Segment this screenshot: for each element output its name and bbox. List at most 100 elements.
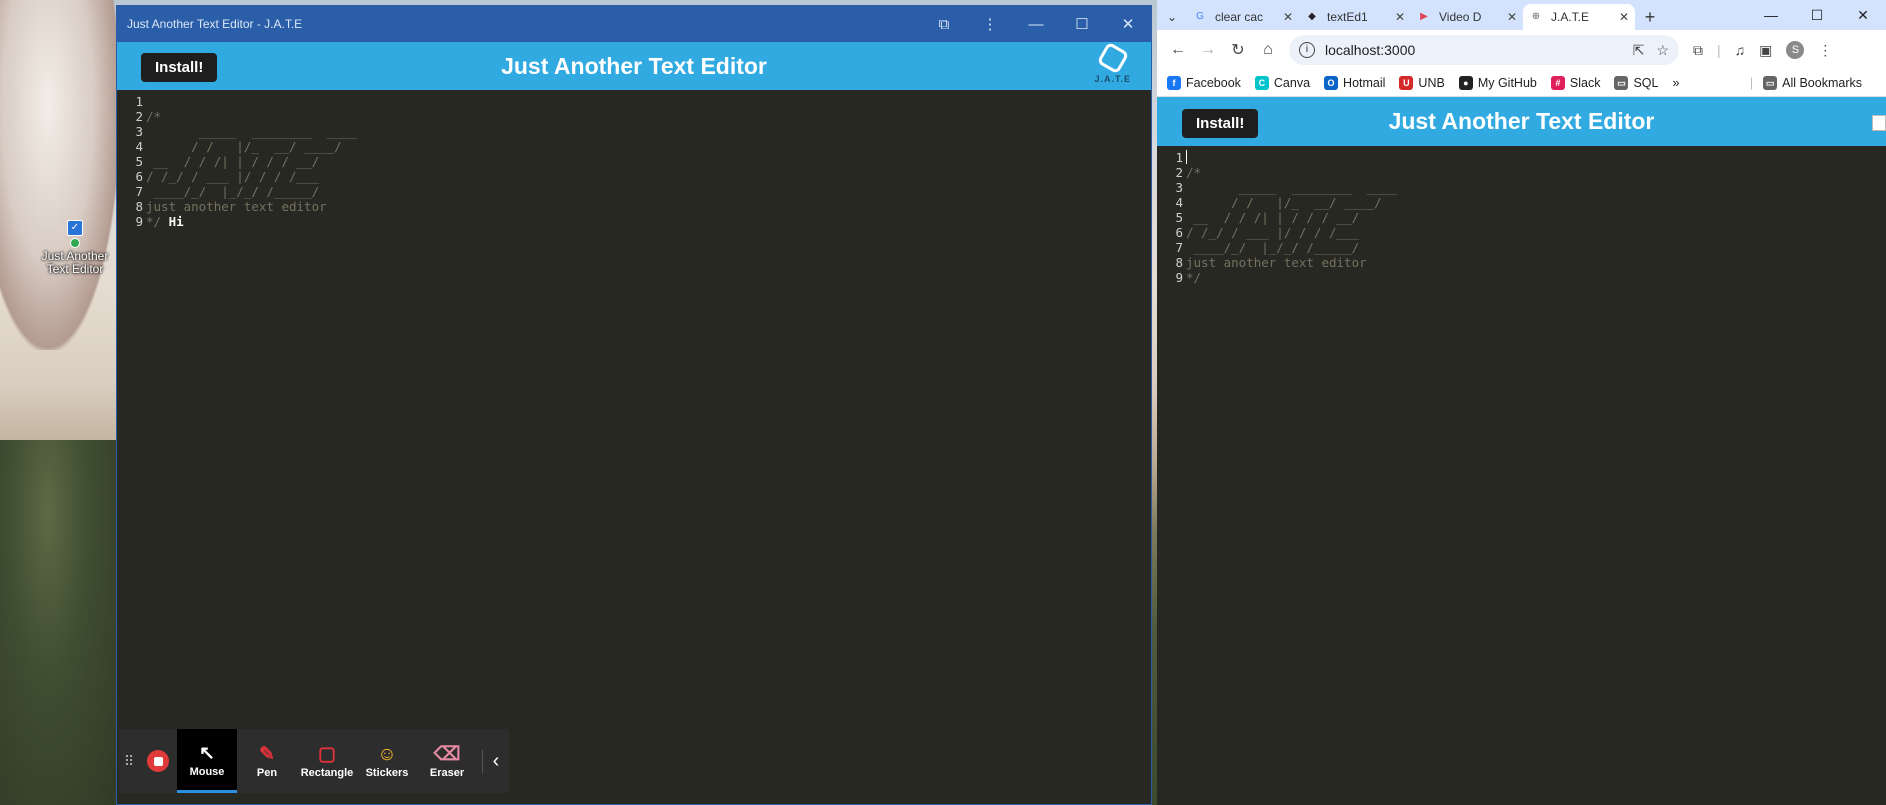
editor-line[interactable]: 5 __ / / /| | / / / __/ xyxy=(1157,210,1886,225)
editor-line[interactable]: 4 / / |/_ __/ ____/ xyxy=(1157,195,1886,210)
site-info-icon[interactable]: i xyxy=(1299,42,1315,58)
editor-line[interactable]: 8 just another text editor xyxy=(117,199,1151,214)
logo-hexagon-icon xyxy=(1096,41,1130,75)
line-text: _____ ________ ____ xyxy=(1186,180,1397,195)
back-arrow-icon[interactable]: ← xyxy=(1163,41,1193,59)
address-url[interactable]: localhost:3000 xyxy=(1325,42,1621,58)
editor-line[interactable]: 7 ____/_/ |_/_/ /_____/ xyxy=(1157,240,1886,255)
editor-line[interactable]: 9 */ xyxy=(1157,270,1886,285)
browser-tab[interactable]: ▶ Video D ✕ xyxy=(1411,4,1523,30)
editor-line[interactable]: 8 just another text editor xyxy=(1157,255,1886,270)
editor-line[interactable]: 1 xyxy=(117,94,1151,109)
line-text: __ / / /| | / / / __/ xyxy=(1186,210,1360,225)
desktop-shortcut-jate[interactable]: ✓ Just Another Text Editor xyxy=(36,220,114,276)
bookmark-my-github[interactable]: ● My GitHub xyxy=(1458,76,1537,90)
editor-line[interactable]: 3 _____ ________ ____ xyxy=(1157,180,1886,195)
minimize-button[interactable]: — xyxy=(1013,6,1059,42)
more-menu-icon[interactable]: ⋮ xyxy=(967,6,1013,42)
pwa-window: Just Another Text Editor - J.A.T.E ⧉ ⋮ —… xyxy=(116,5,1152,805)
editor-line[interactable]: 4 / / |/_ __/ ____/ xyxy=(117,139,1151,154)
address-bar[interactable]: i localhost:3000 ⇱ ☆ xyxy=(1289,35,1679,65)
line-number: 6 xyxy=(1175,225,1183,240)
chrome-menu-icon[interactable]: ⋮ xyxy=(1818,42,1832,59)
annotation-toolbar: ⠿ ↖ Mouse ✎ Pen ▢ Rectangle ☺ Stickers ⌫ Eraser ‹ xyxy=(119,729,509,793)
line-text: __ / / /| | / / / __/ xyxy=(146,154,320,169)
extensions-puzzle-icon[interactable]: ⧉ xyxy=(1693,42,1703,59)
line-number: 7 xyxy=(1175,240,1183,255)
tool-eraser[interactable]: ⌫ Eraser xyxy=(417,729,477,793)
facebook-icon: f xyxy=(1167,76,1181,90)
line-number: 2 xyxy=(1175,165,1183,180)
bookmarks-overflow-icon[interactable]: » xyxy=(1672,76,1679,90)
media-control-icon[interactable]: ♫ xyxy=(1735,42,1746,58)
code-editor[interactable]: 1 2/* 3 _____ ________ ____ 4 / / |/_ __/ _… xyxy=(117,90,1151,229)
tab-title: textEd1 xyxy=(1327,10,1368,24)
tool-mouse[interactable]: ↖ Mouse xyxy=(177,729,237,793)
bookmark-facebook[interactable]: f Facebook xyxy=(1167,76,1241,90)
browser-minimize-button[interactable]: — xyxy=(1748,0,1794,30)
tab-close-icon[interactable]: ✕ xyxy=(1283,10,1293,24)
bookmark-label: UNB xyxy=(1418,76,1445,90)
maximize-button[interactable]: ☐ xyxy=(1059,6,1105,42)
home-icon[interactable]: ⌂ xyxy=(1253,41,1283,59)
line-number: 6 xyxy=(135,169,143,184)
app-header: Install! Just Another Text Editor xyxy=(1157,97,1886,146)
browser-tab[interactable]: Gclear cac ✕ xyxy=(1187,4,1299,30)
forward-arrow-icon[interactable]: → xyxy=(1193,41,1223,59)
bookmark-label: My GitHub xyxy=(1477,76,1537,90)
browser-maximize-button[interactable]: ☐ xyxy=(1794,0,1840,30)
all-bookmarks-link[interactable]: ▭ All Bookmarks xyxy=(1763,76,1862,90)
extensions-icon[interactable]: ⧉ xyxy=(921,6,967,42)
drag-handle-icon[interactable]: ⠿ xyxy=(119,753,139,770)
bookmark-star-icon[interactable]: ☆ xyxy=(1656,42,1669,59)
editor-line[interactable]: 3 _____ ________ ____ xyxy=(117,124,1151,139)
eraser-icon: ⌫ xyxy=(433,744,461,765)
profile-avatar[interactable]: S xyxy=(1786,41,1805,59)
editor-line[interactable]: 9 */ Hi xyxy=(117,214,1151,229)
install-app-icon[interactable]: ⇱ xyxy=(1633,42,1645,59)
editor-line[interactable]: 2/* xyxy=(117,109,1151,124)
editor-line[interactable]: 2/* xyxy=(1157,165,1886,180)
editor-line[interactable]: 5 __ / / /| | / / / __/ xyxy=(117,154,1151,169)
browser-tab[interactable]: ◆ textEd1 ✕ xyxy=(1299,4,1411,30)
editor-line[interactable]: 1 xyxy=(1157,150,1886,165)
editor-line[interactable]: 6/ /_/ / ___ |/ / / /___ xyxy=(117,169,1151,184)
new-tab-button[interactable]: + xyxy=(1635,4,1665,30)
sidepanel-icon[interactable]: ▣ xyxy=(1759,42,1772,59)
sticker-icon: ☺ xyxy=(377,744,397,765)
install-button[interactable]: Install! xyxy=(141,53,218,82)
tool-pen[interactable]: ✎ Pen xyxy=(237,729,297,793)
tab-close-icon[interactable]: ✕ xyxy=(1507,10,1517,24)
bookmark-slack[interactable]: # Slack xyxy=(1550,76,1600,90)
tool-stickers[interactable]: ☺ Stickers xyxy=(357,729,417,793)
tab-close-icon[interactable]: ✕ xyxy=(1395,10,1405,24)
reload-icon[interactable]: ↻ xyxy=(1223,40,1253,60)
bookmark-hotmail[interactable]: O Hotmail xyxy=(1324,76,1385,90)
tool-rectangle[interactable]: ▢ Rectangle xyxy=(297,729,357,793)
install-button[interactable]: Install! xyxy=(1182,109,1259,138)
jate-logo: J.A.T.E xyxy=(1094,41,1131,84)
app-icon: ◆ xyxy=(1308,11,1316,22)
tab-search-chevron-icon[interactable]: ⌄ xyxy=(1157,4,1187,30)
bookmark-sql[interactable]: ▭ SQL xyxy=(1614,76,1658,90)
desktop-wallpaper xyxy=(0,0,120,350)
stop-recording-button[interactable] xyxy=(147,750,169,772)
bookmark-unb[interactable]: U UNB xyxy=(1399,76,1445,90)
unb-icon: U xyxy=(1399,76,1414,90)
browser-close-button[interactable]: ✕ xyxy=(1840,0,1886,30)
line-number: 7 xyxy=(135,184,143,199)
bookmarks-divider: | xyxy=(1749,76,1754,90)
tab-close-icon[interactable]: ✕ xyxy=(1619,10,1629,24)
code-editor[interactable]: 1 2/* 3 _____ ________ ____ 4 / / |/_ __/ _… xyxy=(1157,146,1886,285)
close-button[interactable]: ✕ xyxy=(1105,6,1151,42)
line-number: 3 xyxy=(1175,180,1183,195)
line-text: /* xyxy=(146,109,162,124)
pen-icon: ✎ xyxy=(259,744,275,765)
bookmark-canva[interactable]: C Canva xyxy=(1254,76,1310,90)
editor-line[interactable]: 7 ____/_/ |_/_/ /_____/ xyxy=(117,184,1151,199)
browser-tab[interactable]: ⊕ J.A.T.E ✕ xyxy=(1523,4,1635,30)
tool-label: Stickers xyxy=(365,767,409,779)
collapse-chevron-icon[interactable]: ‹ xyxy=(482,749,509,773)
editor-line[interactable]: 6/ /_/ / ___ |/ / / /___ xyxy=(1157,225,1886,240)
desktop-wallpaper-trees xyxy=(0,440,120,805)
